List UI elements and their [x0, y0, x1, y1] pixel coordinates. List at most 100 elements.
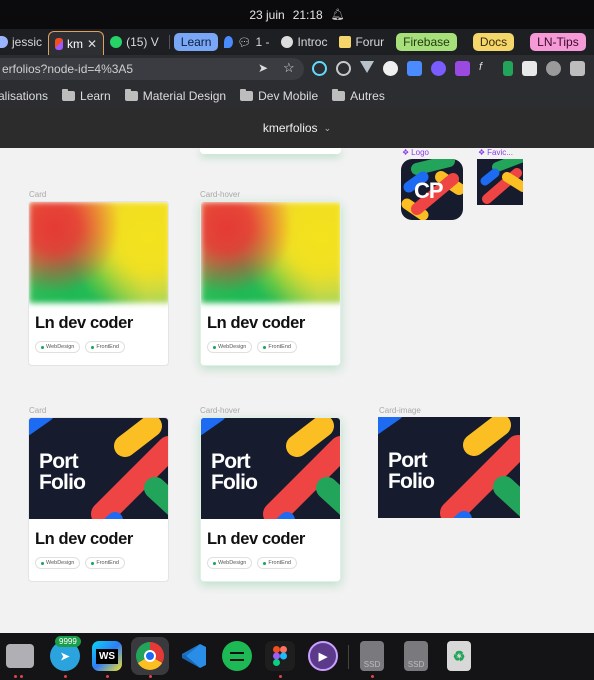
spotify-waves-icon [230, 651, 244, 661]
bookmark-label: Material Design [142, 88, 227, 103]
running-indicator [14, 675, 17, 678]
tab-kmerfolios[interactable]: km ✕ [48, 31, 105, 55]
tab-label: (15) V [126, 35, 159, 49]
card-hover-blur[interactable]: Ln dev coder WebDesign FrontEnd [200, 201, 341, 366]
component-name: Favic... [487, 148, 513, 157]
settings-gear-icon[interactable] [546, 61, 561, 76]
tab-close-icon[interactable]: ✕ [87, 37, 97, 51]
bookmark-folder-learn[interactable]: Learn [62, 88, 111, 103]
running-indicator [371, 675, 374, 678]
tag-dot-icon [213, 345, 216, 349]
bookmarks-bar: alisations Learn Material Design Dev Mob… [0, 83, 594, 108]
ssd-label: SSD [363, 660, 381, 669]
favicon-component[interactable] [477, 159, 523, 205]
chrome-logo-icon [136, 642, 164, 670]
tab-group-item-2[interactable]: Introc [275, 31, 333, 53]
forum-favicon-icon [339, 36, 352, 48]
blue-stroke [201, 418, 225, 436]
tag-label: FrontEnd [268, 344, 291, 350]
vscode-app-icon[interactable] [179, 641, 209, 671]
desktop-screen: 23 juin 21:18 🔔︎ jessic km ✕ (15) V Lear… [0, 0, 594, 680]
webstorm-label: WS [95, 648, 119, 664]
bookmark-folder-autres[interactable]: Autres [332, 88, 385, 103]
tag-chip: FrontEnd [257, 341, 297, 353]
chevron-down-icon[interactable]: ⌄ [324, 123, 332, 134]
card-portfolio-image: Port Folio [29, 418, 168, 519]
bookmark-folder-dev-mobile[interactable]: Dev Mobile [240, 88, 318, 103]
bookmark-folder-material-design[interactable]: Material Design [124, 88, 227, 103]
tag-label: FrontEnd [96, 560, 119, 566]
logo-component[interactable]: CP [401, 159, 463, 220]
ssd-drive-icon[interactable]: SSD [360, 641, 384, 671]
tag-label: WebDesign [46, 344, 75, 350]
extension-gear-icon[interactable] [431, 61, 446, 76]
bookmark-star-icon[interactable]: ☆ [283, 60, 295, 76]
tab-group-docs[interactable]: Docs [472, 33, 515, 51]
tab-label: Forur [355, 35, 385, 49]
calendar-icon[interactable] [522, 61, 537, 76]
tag-label: FrontEnd [268, 560, 291, 566]
media-player-app-icon[interactable]: ▶ [308, 641, 338, 671]
favicon-component-label[interactable]: ❖ Favic... [478, 148, 513, 157]
frame-label-card-hover[interactable]: Card-hover [200, 406, 240, 415]
bookmark-realisations[interactable]: alisations [0, 89, 48, 103]
react-devtools-icon[interactable] [312, 61, 327, 76]
drop-favicon-icon [224, 36, 234, 48]
bookmark-label: alisations [0, 88, 49, 103]
frame-label-card[interactable]: Card [29, 190, 46, 199]
tab-label: Introc [297, 35, 328, 49]
figma-app-icon[interactable] [265, 641, 295, 671]
send-to-device-icon[interactable]: ➤ [258, 61, 268, 75]
vue-devtools-icon[interactable] [360, 61, 374, 73]
tab-group-firebase[interactable]: Firebase [396, 33, 457, 51]
trash-icon[interactable]: ♻ [447, 641, 471, 671]
url-text: erfolios?node-id=4%3A5 [2, 62, 134, 76]
tab-label: 1 - [255, 35, 270, 49]
tab-group-learn[interactable]: Learn [173, 33, 219, 51]
running-indicator [20, 675, 23, 678]
function-icon[interactable]: f [479, 61, 494, 76]
files-app-icon[interactable] [6, 644, 34, 668]
card-portfolio[interactable]: Port Folio Ln dev coder WebDesign FrontEn… [28, 417, 169, 582]
tab-group-lntips[interactable]: LN-Tips [530, 33, 586, 51]
card-title: Ln dev coder [35, 530, 133, 548]
tag-chip: WebDesign [207, 557, 253, 569]
comment-icon: 💬︎ [237, 36, 252, 49]
figma-file-name[interactable]: kmerfolios [263, 121, 318, 135]
tab-jessic[interactable]: jessic [0, 31, 48, 53]
notification-bell-icon[interactable]: 🔔︎ [331, 8, 345, 21]
tag-dot-icon [263, 561, 267, 565]
tab-whatsapp[interactable]: (15) V [104, 31, 165, 53]
frame-label-card-hover[interactable]: Card-hover [200, 190, 240, 199]
tab-group-item-1[interactable]: 💬︎ 1 - [218, 31, 275, 53]
address-toolbar: erfolios?node-id=4%3A5 ➤ ☆ f [0, 55, 594, 83]
ssd-drive-icon[interactable]: SSD [404, 641, 428, 671]
figma-canvas[interactable]: ❖ Logo ❖ Favic... CP Card Card-hover Ln … [0, 148, 594, 633]
puzzle-icon[interactable] [570, 61, 585, 76]
card-blur[interactable]: Ln dev coder WebDesign FrontEnd [28, 201, 169, 366]
webstorm-app-icon[interactable]: WS [92, 641, 122, 671]
tag-dot-icon [41, 561, 44, 565]
taskbar-dock: ➤ 9999 WS ▶ SSD SSD ♻ [0, 633, 594, 680]
figma-title-bar: kmerfolios ⌄ [0, 108, 594, 148]
portfolio-artwork: PortFolio [201, 418, 340, 519]
frame-label-card-image[interactable]: Card-image [379, 406, 421, 415]
chrome-app-icon[interactable] [131, 637, 169, 675]
extension-a-icon[interactable] [383, 61, 398, 76]
card-title: Ln dev coder [207, 530, 305, 548]
portfolio-artwork: PortFolio [378, 417, 520, 518]
portfolio-word: Folio [211, 471, 257, 494]
logo-component-label[interactable]: ❖ Logo [402, 148, 429, 157]
spotify-app-icon[interactable] [222, 641, 252, 671]
extension-circle-icon[interactable] [336, 61, 351, 76]
extension-purple-icon[interactable] [455, 61, 470, 76]
card-tags: WebDesign FrontEnd [35, 341, 125, 353]
translate-icon[interactable] [407, 61, 422, 76]
eyedropper-icon[interactable] [503, 61, 513, 76]
card-hover-portfolio[interactable]: Port Folio Ln dev coder WebDesign FrontEn… [200, 417, 341, 582]
bookmark-label: Learn [80, 88, 111, 103]
tag-label: WebDesign [218, 560, 247, 566]
frame-label-card[interactable]: Card [29, 406, 46, 415]
tab-group-item-3[interactable]: Forur [333, 31, 390, 53]
card-image-component[interactable]: Port Folio [378, 417, 520, 518]
